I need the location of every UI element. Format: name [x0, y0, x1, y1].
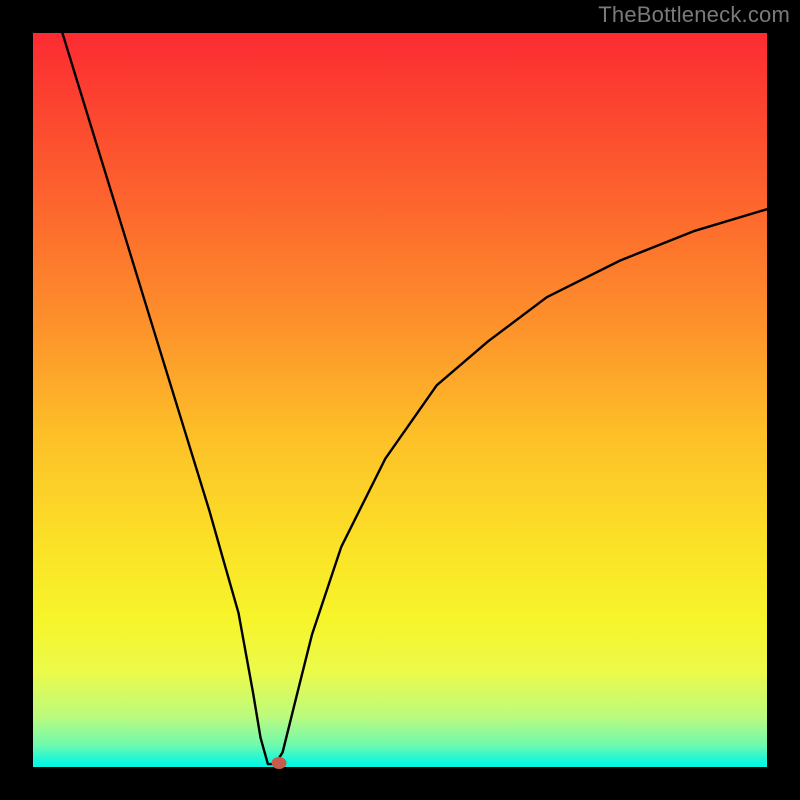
- watermark-text: TheBottleneck.com: [598, 2, 790, 28]
- minimum-marker: [271, 757, 286, 769]
- chart-container: TheBottleneck.com: [0, 0, 800, 800]
- bottleneck-curve: [62, 33, 767, 764]
- plot-area: [33, 33, 767, 767]
- curve-svg: [33, 33, 767, 767]
